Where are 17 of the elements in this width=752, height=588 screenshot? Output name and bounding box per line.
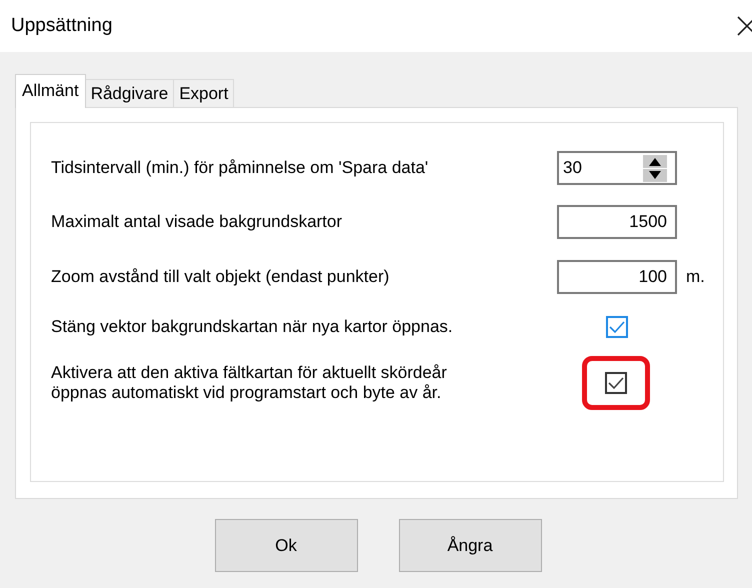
checkbox[interactable] [605, 372, 627, 394]
unit-label: m. [686, 267, 705, 287]
setting-label: Maximalt antal visade bakgrundskartor [51, 212, 344, 232]
setting-label: Tidsintervall (min.) för påminnelse om 'Spara data' [51, 158, 430, 178]
setting-label: Zoom avstånd till valt objekt (endast punkter) [51, 267, 390, 287]
close-icon[interactable] [736, 15, 752, 37]
setting-label: Stäng vektor bakgrundskartan när nya kartor öppnas. [51, 317, 454, 337]
setting-label: Aktivera att den aktiva fältkartan för aktuellt skördeår öppnas automatiskt vid programstart och byte av år. [51, 363, 448, 403]
dialog-button[interactable]: Ångra [398, 519, 542, 572]
number-field[interactable]: 1500 [557, 205, 677, 239]
window-title: Uppsättning [11, 15, 112, 37]
checkbox[interactable] [606, 316, 628, 338]
number-field[interactable]: 100 [557, 260, 677, 294]
tab[interactable]: Allmänt [15, 74, 86, 108]
dialog-button[interactable]: Ok [214, 519, 358, 572]
tab[interactable]: Export [173, 79, 234, 107]
number-spinner[interactable]: 30 [557, 151, 677, 185]
